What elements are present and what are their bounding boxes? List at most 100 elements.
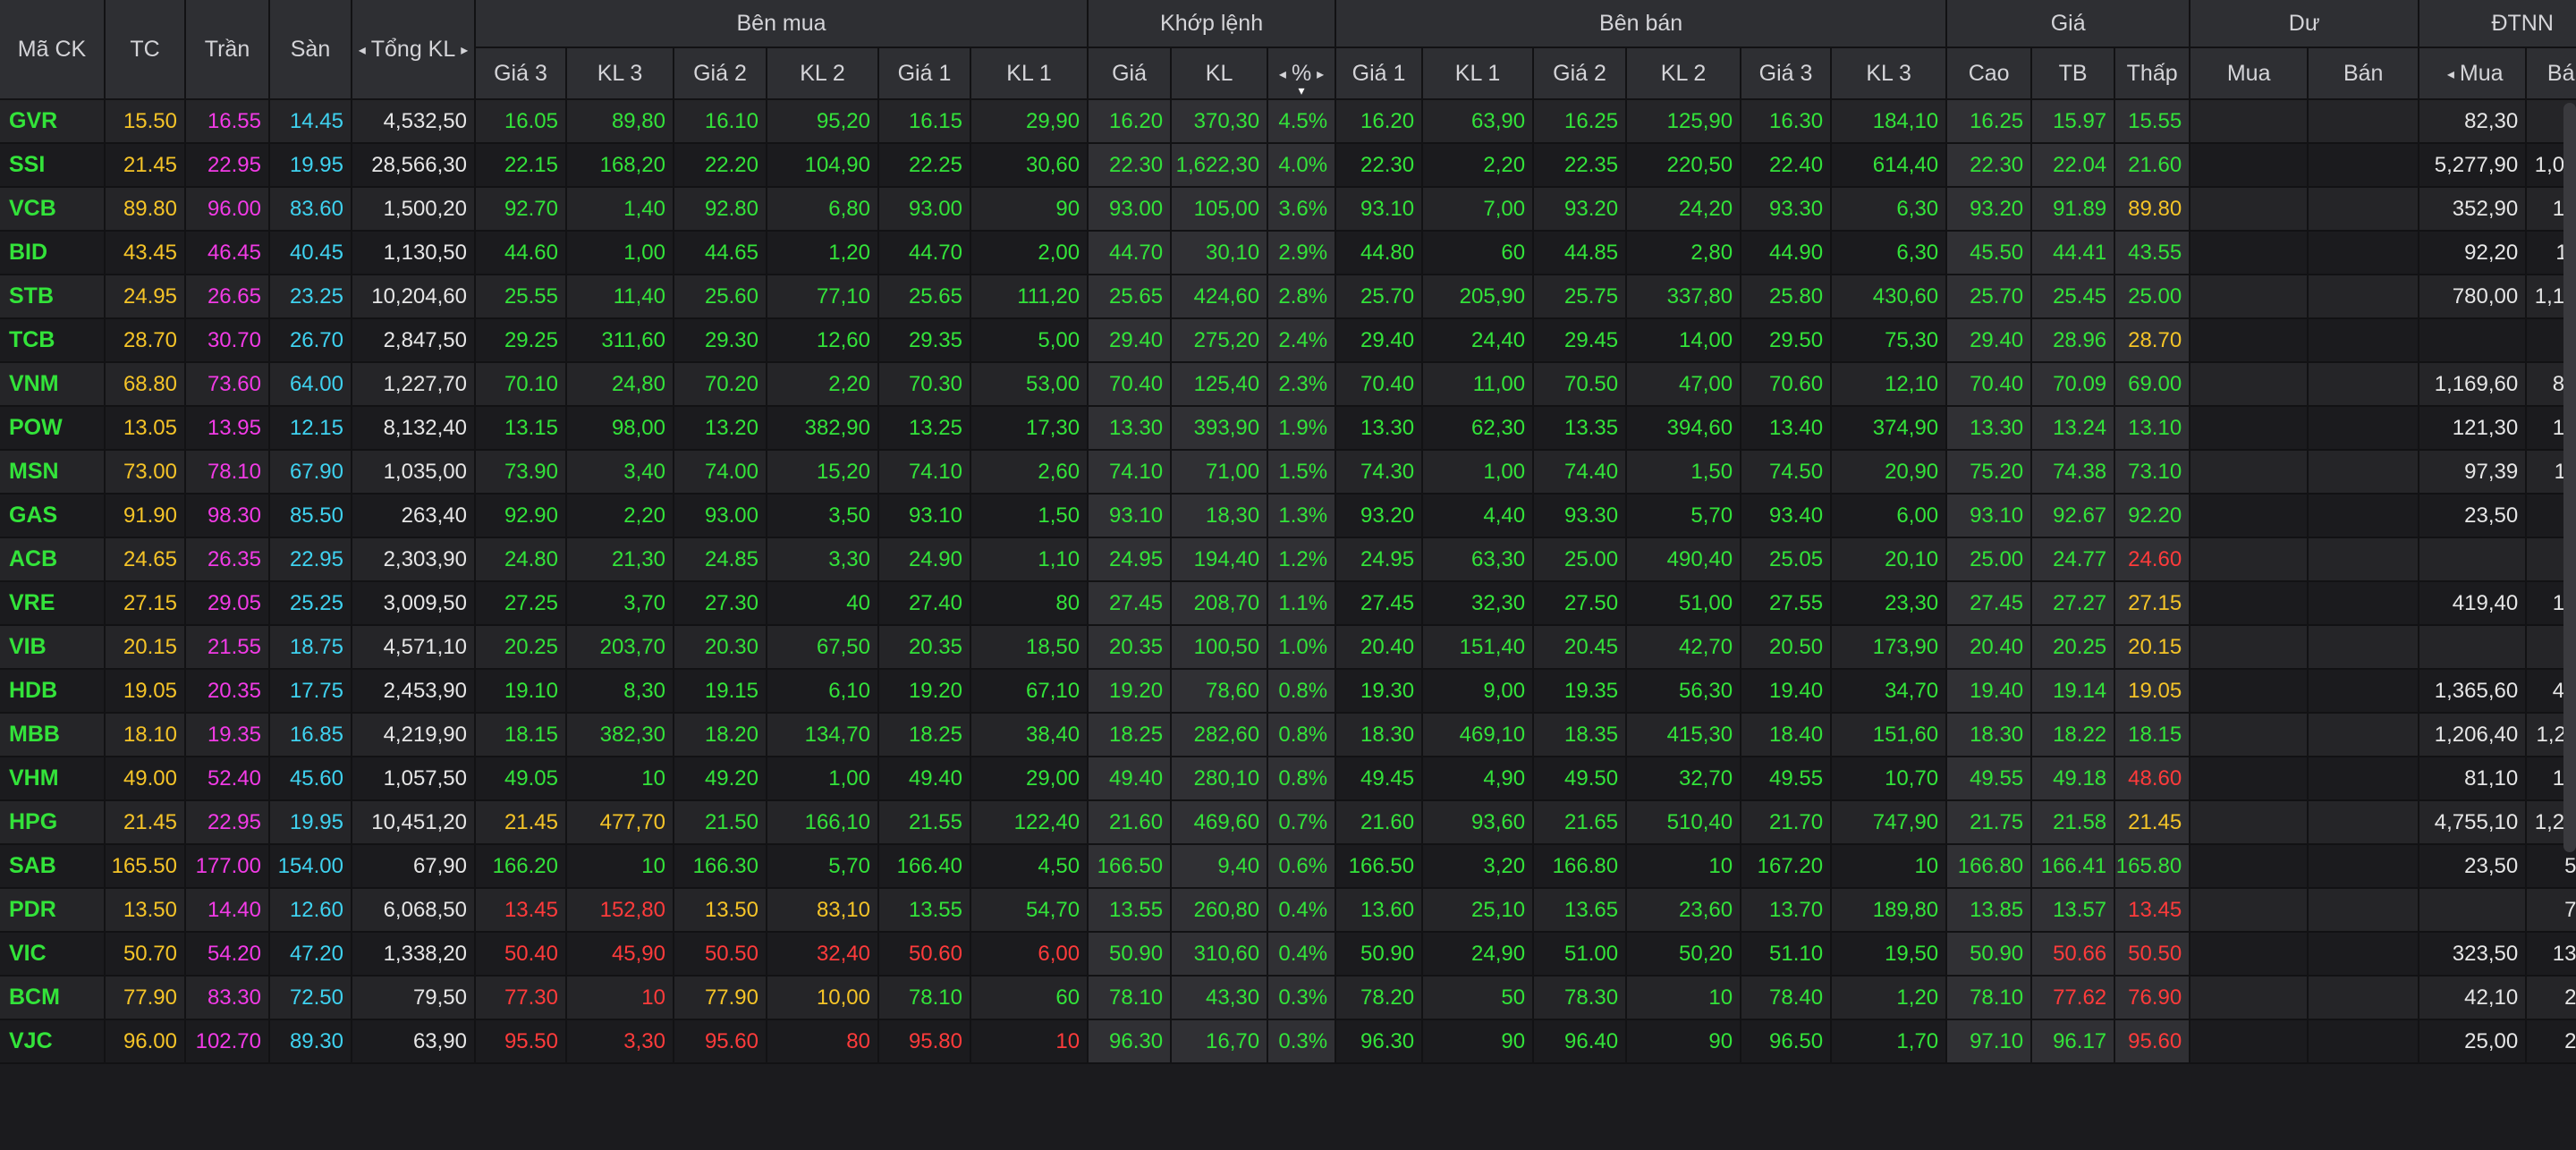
symbol-cell[interactable]: STB: [0, 275, 106, 319]
sell-vol3-cell: 20,90: [1831, 450, 1948, 495]
symbol-cell[interactable]: VHM: [0, 757, 106, 801]
vertical-scrollbar[interactable]: [2563, 103, 2576, 852]
col-tc[interactable]: TC: [105, 0, 186, 100]
symbol-cell[interactable]: VJC: [0, 1019, 106, 1064]
col-du-ban[interactable]: Bán: [2308, 47, 2420, 100]
san-cell: 23.25: [269, 275, 352, 319]
col-tb[interactable]: TB: [2031, 47, 2116, 100]
table-row[interactable]: PDR 13.50 14.40 12.60 6,068,50 13.45 152,80 13.…: [0, 888, 2576, 933]
tong-kl-cell: 1,057,50: [352, 757, 476, 801]
buy-price1-cell: 49.40: [878, 757, 971, 801]
low-cell: 13.10: [2114, 406, 2191, 451]
table-row[interactable]: SAB 165.50 177.00 154.00 67,90 166.20 10 166.30…: [0, 844, 2576, 889]
col-buy-gia1[interactable]: Giá 1: [878, 47, 971, 100]
symbol-cell[interactable]: ACB: [0, 537, 106, 582]
symbol-cell[interactable]: SAB: [0, 844, 106, 889]
table-row[interactable]: SSI 21.45 22.95 19.95 28,566,30 22.15 168,20 22…: [0, 143, 2576, 188]
col-buy-kl2[interactable]: KL 2: [767, 47, 879, 100]
symbol-cell[interactable]: PDR: [0, 888, 106, 933]
symbol-cell[interactable]: MBB: [0, 713, 106, 757]
symbol-cell[interactable]: VIC: [0, 932, 106, 977]
sell-price1-cell: 166.50: [1335, 844, 1424, 889]
symbol-cell[interactable]: GAS: [0, 494, 106, 538]
match-price-cell: 74.10: [1088, 450, 1173, 495]
tc-cell: 27.15: [105, 581, 186, 626]
col-tong-kl[interactable]: ◂ Tổng KL ▸: [352, 0, 476, 100]
col-buy-gia2[interactable]: Giá 2: [674, 47, 767, 100]
col-sell-kl1[interactable]: KL 1: [1422, 47, 1535, 100]
col-tran[interactable]: Trần: [185, 0, 270, 100]
table-row[interactable]: VIB 20.15 21.55 18.75 4,571,10 20.25 203,70 20.…: [0, 625, 2576, 670]
du-mua-cell: [2190, 450, 2309, 495]
col-match-gia[interactable]: Giá: [1088, 47, 1173, 100]
col-sell-gia2[interactable]: Giá 2: [1533, 47, 1628, 100]
col-sell-gia1[interactable]: Giá 1: [1335, 47, 1424, 100]
symbol-cell[interactable]: POW: [0, 406, 106, 451]
table-row[interactable]: ACB 24.65 26.35 22.95 2,303,90 24.80 21,30 24.8…: [0, 537, 2576, 582]
sell-price3-cell: 93.40: [1741, 494, 1833, 538]
col-nn-ban[interactable]: Bán▸: [2526, 47, 2576, 100]
table-row[interactable]: GVR 15.50 16.55 14.45 4,532,50 16.05 89,80 16.1…: [0, 99, 2576, 144]
du-mua-cell: [2190, 976, 2309, 1020]
nn-mua-cell: [2419, 537, 2528, 582]
col-buy-kl1[interactable]: KL 1: [970, 47, 1089, 100]
table-row[interactable]: MSN 73.00 78.10 67.90 1,035,00 73.90 3,40 74.00…: [0, 450, 2576, 495]
table-row[interactable]: HPG 21.45 22.95 19.95 10,451,20 21.45 477,70 21…: [0, 800, 2576, 845]
col-buy-kl3[interactable]: KL 3: [566, 47, 674, 100]
col-cao[interactable]: Cao: [1946, 47, 2033, 100]
table-row[interactable]: BID 43.45 46.45 40.45 1,130,50 44.60 1,00 44.65…: [0, 231, 2576, 275]
pct-right-icon[interactable]: ▸: [1317, 65, 1324, 83]
col-ma-ck[interactable]: Mã CK: [0, 0, 106, 100]
table-row[interactable]: MBB 18.10 19.35 16.85 4,219,90 18.15 382,30 18.…: [0, 713, 2576, 757]
col-match-kl[interactable]: KL: [1171, 47, 1269, 100]
table-row[interactable]: VCB 89.80 96.00 83.60 1,500,20 92.70 1,40 92.80…: [0, 187, 2576, 232]
table-row[interactable]: BCM 77.90 83.30 72.50 79,50 77.30 10 77.90 10,00…: [0, 976, 2576, 1020]
symbol-cell[interactable]: VRE: [0, 581, 106, 626]
symbol-cell[interactable]: VCB: [0, 187, 106, 232]
table-row[interactable]: VRE 27.15 29.05 25.25 3,009,50 27.25 3,70 27.30…: [0, 581, 2576, 626]
buy-price1-cell: 95.80: [878, 1019, 971, 1064]
symbol-cell[interactable]: GVR: [0, 99, 106, 144]
table-row[interactable]: VNM 68.80 73.60 64.00 1,227,70 70.10 24,80 70.2…: [0, 362, 2576, 407]
table-row[interactable]: VHM 49.00 52.40 45.60 1,057,50 49.05 10 49.20 1,…: [0, 757, 2576, 801]
pct-left-icon[interactable]: ◂: [1279, 65, 1286, 83]
table-row[interactable]: HDB 19.05 20.35 17.75 2,453,90 19.10 8,30 19.15…: [0, 669, 2576, 714]
scroll-right-icon[interactable]: ▸: [461, 41, 468, 59]
symbol-cell[interactable]: BCM: [0, 976, 106, 1020]
sort-desc-icon[interactable]: ▾: [1299, 84, 1305, 97]
table-row[interactable]: VJC 96.00 102.70 89.30 63,90 95.50 3,30 95.60 80…: [0, 1019, 2576, 1064]
nn-left-icon[interactable]: ◂: [2447, 65, 2454, 83]
symbol-cell[interactable]: HPG: [0, 800, 106, 845]
scroll-left-icon[interactable]: ◂: [359, 41, 366, 59]
buy-vol3-cell: 3,30: [566, 1019, 674, 1064]
du-mua-cell: [2190, 275, 2309, 319]
match-price-cell: 49.40: [1088, 757, 1173, 801]
symbol-cell[interactable]: VIB: [0, 625, 106, 670]
symbol-cell[interactable]: HDB: [0, 669, 106, 714]
table-row[interactable]: TCB 28.70 30.70 26.70 2,847,50 29.25 311,60 29.…: [0, 318, 2576, 363]
sell-price3-cell: 13.70: [1741, 888, 1833, 933]
col-nn-mua[interactable]: ◂ Mua: [2419, 47, 2528, 100]
tong-kl-cell: 63,90: [352, 1019, 476, 1064]
buy-vol2-cell: 134,70: [767, 713, 879, 757]
table-row[interactable]: VIC 50.70 54.20 47.20 1,338,20 50.40 45,90 50.5…: [0, 932, 2576, 977]
du-ban-cell: [2308, 625, 2420, 670]
table-row[interactable]: STB 24.95 26.65 23.25 10,204,60 25.55 11,40 25.…: [0, 275, 2576, 319]
col-thap[interactable]: Thấp: [2114, 47, 2191, 100]
col-sell-gia3[interactable]: Giá 3: [1741, 47, 1833, 100]
symbol-cell[interactable]: TCB: [0, 318, 106, 363]
col-du-mua[interactable]: Mua: [2190, 47, 2309, 100]
table-row[interactable]: POW 13.05 13.95 12.15 8,132,40 13.15 98,00 13.2…: [0, 406, 2576, 451]
symbol-cell[interactable]: MSN: [0, 450, 106, 495]
col-san[interactable]: Sàn: [269, 0, 352, 100]
col-buy-gia3[interactable]: Giá 3: [475, 47, 567, 100]
buy-vol1-cell: 1,10: [970, 537, 1089, 582]
symbol-cell[interactable]: BID: [0, 231, 106, 275]
symbol-cell[interactable]: SSI: [0, 143, 106, 188]
symbol-cell[interactable]: VNM: [0, 362, 106, 407]
col-match-pct[interactable]: ◂% ▸ ▾: [1267, 47, 1337, 100]
col-sell-kl2[interactable]: KL 2: [1626, 47, 1742, 100]
tran-cell: 177.00: [185, 844, 270, 889]
table-row[interactable]: GAS 91.90 98.30 85.50 263,40 92.90 2,20 93.00 3,…: [0, 494, 2576, 538]
col-sell-kl3[interactable]: KL 3: [1831, 47, 1948, 100]
